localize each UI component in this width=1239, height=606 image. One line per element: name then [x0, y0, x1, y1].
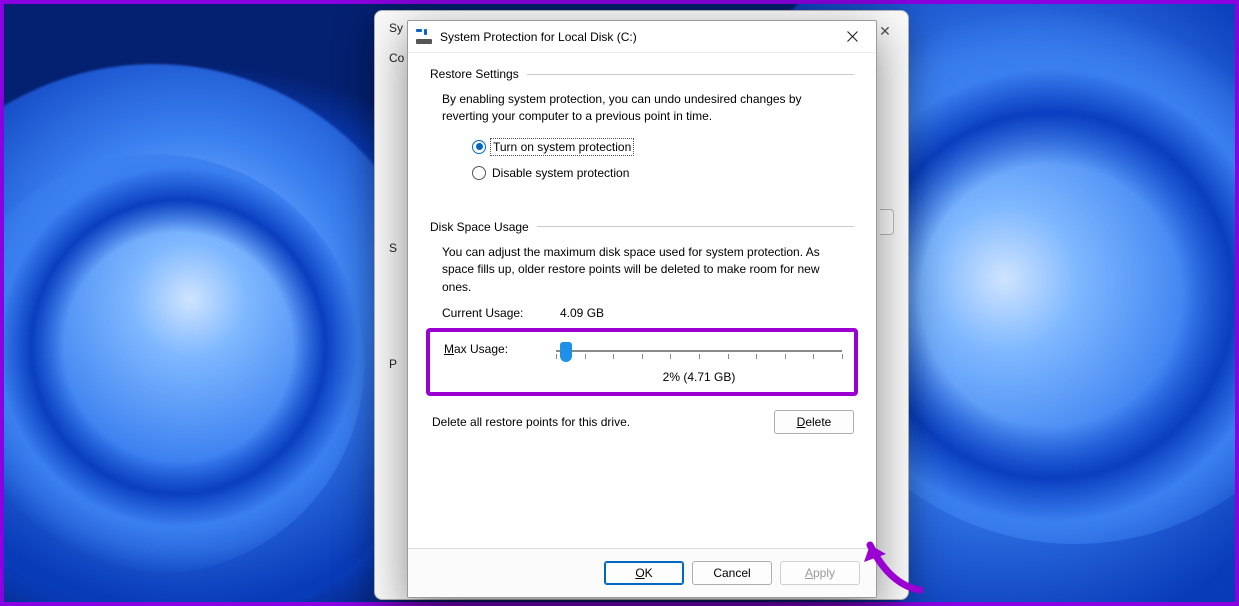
delete-button[interactable]: Delete — [774, 410, 854, 434]
radio-icon — [472, 166, 486, 180]
max-usage-value: 2% (4.71 GB) — [554, 370, 844, 384]
apply-button[interactable]: Apply — [780, 561, 860, 585]
current-usage-value: 4.09 GB — [560, 306, 604, 320]
close-icon — [847, 31, 858, 42]
divider — [537, 226, 854, 227]
radio-disable-protection[interactable]: Disable system protection — [472, 166, 854, 180]
close-button[interactable] — [834, 24, 870, 50]
delete-restore-points-text: Delete all restore points for this drive… — [430, 415, 774, 429]
dialog-footer: OK Cancel Apply — [408, 548, 876, 597]
max-usage-label: Max Usage: — [444, 340, 554, 356]
disk-space-description: You can adjust the maximum disk space us… — [430, 244, 854, 296]
divider — [527, 74, 854, 75]
max-usage-slider[interactable]: 2% (4.71 GB) — [554, 340, 844, 384]
dialog-title: System Protection for Local Disk (C:) — [440, 30, 834, 44]
restore-settings-description: By enabling system protection, you can u… — [430, 91, 854, 126]
radio-turn-on-protection[interactable]: Turn on system protection — [472, 140, 854, 154]
system-protection-icon — [416, 29, 432, 45]
slider-ticks — [556, 354, 842, 364]
system-protection-dialog: System Protection for Local Disk (C:) Re… — [407, 20, 877, 598]
max-usage-highlight: Max Usage: 2% (4.71 GB) — [426, 328, 858, 396]
radio-turn-on-label: Turn on system protection — [492, 140, 632, 154]
radio-icon — [472, 140, 486, 154]
disk-space-heading: Disk Space Usage — [430, 220, 529, 234]
current-usage-label: Current Usage: — [442, 306, 560, 320]
ok-button[interactable]: OK — [604, 561, 684, 585]
cancel-button[interactable]: Cancel — [692, 561, 772, 585]
slider-track — [556, 350, 842, 352]
restore-settings-heading: Restore Settings — [430, 67, 519, 81]
radio-disable-label: Disable system protection — [492, 166, 629, 180]
titlebar[interactable]: System Protection for Local Disk (C:) — [408, 21, 876, 53]
